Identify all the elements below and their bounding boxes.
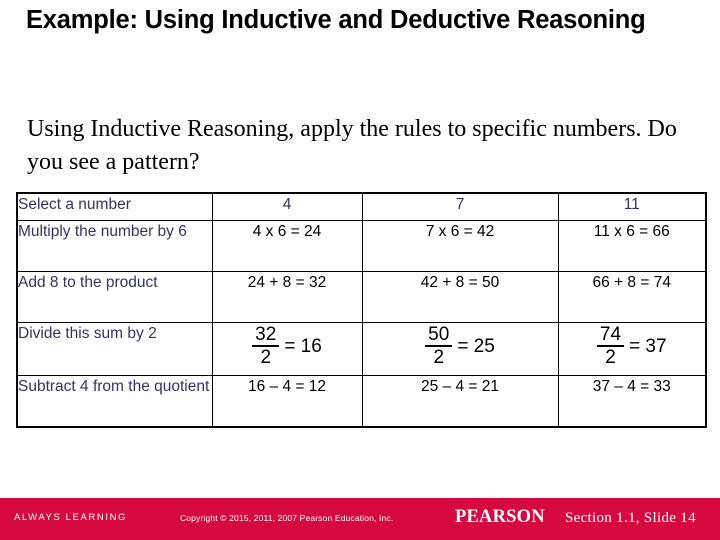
slide-footer: ALWAYS LEARNING Copyright © 2015, 2011, … — [0, 498, 720, 540]
fraction-result: = 16 — [284, 335, 322, 357]
fraction: 74 2 — [596, 324, 625, 367]
fraction-result: = 37 — [629, 335, 667, 357]
table-row: Divide this sum by 2 32 2 = 16 50 2 = 25… — [17, 322, 706, 376]
fraction-result: = 25 — [457, 335, 495, 357]
row-divide-equation-1: 32 2 = 16 — [211, 322, 363, 376]
page-title: Example: Using Inductive and Deductive R… — [26, 6, 646, 34]
fraction-denominator: 2 — [596, 345, 625, 367]
table-header-label: Select a number — [17, 193, 213, 221]
row-label-add: Add 8 to the product — [17, 271, 213, 323]
row-subtract-value-2: 25 – 4 = 21 — [361, 375, 559, 427]
footer-tagline: ALWAYS LEARNING — [14, 512, 128, 523]
reasoning-table: Select a number 4 7 11 Multiply the numb… — [16, 192, 707, 428]
reasoning-table-container: Select a number 4 7 11 Multiply the numb… — [16, 192, 707, 428]
footer-copyright: Copyright © 2015, 2011, 2007 Pearson Edu… — [180, 513, 394, 523]
row-add-value-3: 66 + 8 = 74 — [557, 271, 706, 323]
fraction-equation: 32 2 = 16 — [252, 325, 322, 367]
fraction-numerator: 74 — [599, 324, 622, 345]
row-add-value-2: 42 + 8 = 50 — [361, 271, 559, 323]
row-add-value-1: 24 + 8 = 32 — [211, 271, 363, 323]
fraction: 32 2 — [252, 324, 280, 367]
fraction: 50 2 — [425, 324, 453, 367]
row-multiply-value-2: 7 x 6 = 42 — [361, 220, 559, 272]
table-row: Multiply the number by 6 4 x 6 = 24 7 x … — [17, 220, 706, 272]
table-header-value-3: 11 — [557, 193, 706, 221]
table-header-value-1: 4 — [211, 193, 363, 221]
row-subtract-value-1: 16 – 4 = 12 — [211, 375, 363, 427]
row-multiply-value-1: 4 x 6 = 24 — [211, 220, 363, 272]
row-label-multiply: Multiply the number by 6 — [17, 220, 213, 272]
fraction-equation: 50 2 = 25 — [425, 325, 495, 367]
fraction-equation: 74 2 = 37 — [596, 324, 667, 367]
row-subtract-value-3: 37 – 4 = 33 — [557, 375, 706, 427]
fraction-numerator: 50 — [428, 324, 450, 345]
row-divide-equation-2: 50 2 = 25 — [361, 322, 559, 376]
slide-canvas: Example: Using Inductive and Deductive R… — [0, 0, 720, 540]
fraction-denominator: 2 — [425, 345, 453, 367]
table-header-value-2: 7 — [361, 193, 559, 221]
table-row: Select a number 4 7 11 — [17, 193, 706, 221]
table-row: Add 8 to the product 24 + 8 = 32 42 + 8 … — [17, 271, 706, 323]
fraction-denominator: 2 — [252, 345, 280, 367]
row-divide-equation-3: 74 2 = 37 — [557, 322, 706, 376]
footer-slide-info: Section 1.1, Slide 14 — [565, 510, 696, 526]
row-multiply-value-3: 11 x 6 = 66 — [557, 220, 706, 272]
fraction-numerator: 32 — [255, 324, 277, 345]
pearson-logo: PEARSON — [455, 507, 545, 527]
slide-subtitle: Using Inductive Reasoning, apply the rul… — [27, 116, 677, 175]
row-label-divide: Divide this sum by 2 — [17, 322, 213, 376]
table-row: Subtract 4 from the quotient 16 – 4 = 12… — [17, 375, 706, 427]
row-label-subtract: Subtract 4 from the quotient — [17, 375, 213, 427]
